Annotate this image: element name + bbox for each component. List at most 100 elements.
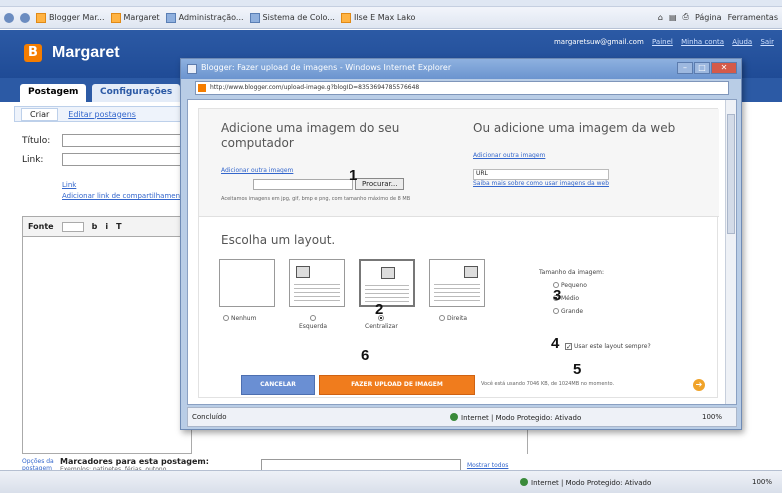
close-icon[interactable]: ✕ [711,62,737,74]
browse-button[interactable]: Procurar... [355,178,405,190]
upload-dialog: Adicione uma imagem do seu computador Ad… [198,108,719,398]
browser-status-bar: Internet | Modo Protegido: Ativado 100% [0,470,782,493]
font-select[interactable]: Fonte [28,222,54,231]
popup-address-bar[interactable]: http://www.blogger.com/upload-image.g?bl… [195,81,729,95]
add-favorite-icon[interactable] [20,12,30,23]
annotation-1: 1 [349,167,358,184]
zoom-level[interactable]: 100% [752,478,772,486]
file-path-input[interactable] [253,178,353,190]
add-another-image-link[interactable]: Adicionar outra imagem [221,167,441,174]
sign-out-link[interactable]: Sair [760,38,774,46]
blogger-logo-icon[interactable]: B [24,44,42,62]
layout-right-option[interactable] [429,259,485,307]
web-images-help-link[interactable]: Saiba mais sobre como usar imagens da we… [473,180,703,187]
tab-administracao[interactable]: Administração... [165,12,244,23]
add-another-web-image-link[interactable]: Adicionar outra imagem [473,152,703,159]
popup-status-bar: Concluído Internet | Modo Protegido: Ati… [187,407,737,427]
bold-icon[interactable]: b [92,222,98,231]
tab-margaret[interactable]: Margaret [110,12,160,23]
layout-center-option[interactable] [359,259,415,307]
title-input[interactable] [62,134,192,147]
annotation-4: 4 [551,335,560,352]
upload-panel: Adicione uma imagem do seu computador Ad… [199,109,719,217]
upload-image-button[interactable]: FAZER UPLOAD DE IMAGEM [319,375,475,395]
share-link[interactable]: Adicionar link de compartilhamento [62,191,187,202]
print-icon[interactable]: ⎙ [683,12,689,22]
page-favicon-icon [249,12,260,23]
upload-from-web: Ou adicione uma imagem da web Adicionar … [473,121,703,187]
help-link[interactable]: Ajuda [732,38,752,46]
size-large-option[interactable]: Grande [553,308,689,315]
blogger-favicon-icon [110,12,121,23]
always-use-layout-row[interactable]: ✓ Usar este layout sempre? [565,343,651,351]
scrollbar-thumb[interactable] [727,114,735,234]
popup-zoom-level[interactable]: 100% [702,413,722,421]
layout-right-label[interactable]: Direita [439,315,467,322]
computer-heading: Adicione uma imagem do seu computador [221,121,400,150]
arrow-right-icon[interactable]: ➔ [693,379,705,391]
minimize-icon[interactable]: – [677,62,693,74]
popup-security-zone: Internet | Modo Protegido: Ativado [450,413,581,422]
cancel-button[interactable]: CANCELAR [241,375,315,395]
file-format-note: Aceitamos imagens em jpg, gif, bmp e png… [221,196,411,202]
checkbox-checked-icon[interactable]: ✓ [565,343,572,351]
popup-title: Blogger: Fazer upload de imagens - Windo… [201,63,452,72]
layout-left-label[interactable]: Esquerda [299,315,327,330]
image-url-input[interactable]: URL [473,169,609,180]
radio-icon[interactable] [553,308,559,314]
tools-menu[interactable]: Ferramentas [728,13,778,22]
popup-status-text: Concluído [192,413,227,421]
tab-ilse[interactable]: Ilse E Max Lako [340,12,415,23]
popup-url: http://www.blogger.com/upload-image.g?bl… [210,84,420,91]
link-label: Link: [22,154,44,165]
layout-heading: Escolha um layout. [221,233,336,247]
layout-none-option[interactable] [219,259,275,307]
image-placeholder-icon [296,266,310,278]
text-color-icon[interactable]: T [116,222,121,231]
font-size-select[interactable] [61,221,84,232]
annotation-5: 5 [573,361,582,378]
popup-scrollbar[interactable] [725,100,736,404]
page-favicon-icon [340,12,351,23]
form-links: Link Adicionar link de compartilhamento [62,180,187,202]
editor-toolbar: Fonte b i T [22,216,192,236]
favorites-bar: Blogger Mar... Margaret Administração...… [0,7,782,29]
web-heading: Ou adicione uma imagem da web [473,121,676,135]
favorites-star-icon[interactable] [4,12,14,23]
image-size-group: Tamanho da imagem: Pequeno Médio Grande [539,269,689,321]
my-account-link[interactable]: Minha conta [681,38,724,46]
layout-none-label[interactable]: Nenhum [223,315,256,322]
tab-configuracoes[interactable]: Configurações [92,84,181,102]
size-small-option[interactable]: Pequeno [553,282,689,289]
dashboard-link[interactable]: Painel [652,38,673,46]
italic-icon[interactable]: i [105,222,108,231]
tab-postagem[interactable]: Postagem [20,84,87,102]
title-label: Título: [22,135,51,146]
posting-subtabs: Criar Editar postagens [14,106,194,122]
ie-icon [187,64,197,74]
size-medium-option[interactable]: Médio [553,295,689,302]
tab-sistema[interactable]: Sistema de Colo... [249,12,335,23]
post-editor[interactable] [22,236,192,454]
maximize-icon[interactable]: □ [694,62,710,74]
show-all-labels-link[interactable]: Mostrar todos [467,462,508,469]
subtab-editar[interactable]: Editar postagens [68,110,136,119]
subtab-criar[interactable]: Criar [21,107,59,121]
feeds-icon[interactable]: ▤ [669,13,677,22]
radio-icon[interactable] [310,315,317,321]
link-input[interactable] [62,153,192,166]
home-icon[interactable]: ⌂ [658,13,663,22]
popup-title-bar[interactable]: Blogger: Fazer upload de imagens - Windo… [181,59,741,79]
post-form: Título: Link: [22,134,192,172]
image-size-title: Tamanho da imagem: [539,269,605,276]
user-email: margaretsuw@gmail.com [553,38,644,46]
blog-title: Margaret [52,44,120,61]
layout-left-option[interactable] [289,259,345,307]
link-link[interactable]: Link [62,180,187,191]
tab-blogger[interactable]: Blogger Mar... [36,12,105,23]
storage-usage-text: Você está usando 7046 KB, de 1024MB no m… [481,381,615,387]
radio-icon[interactable] [223,315,229,321]
radio-icon[interactable] [439,315,445,321]
annotation-3: 3 [553,287,562,304]
page-menu[interactable]: Página [695,13,722,22]
